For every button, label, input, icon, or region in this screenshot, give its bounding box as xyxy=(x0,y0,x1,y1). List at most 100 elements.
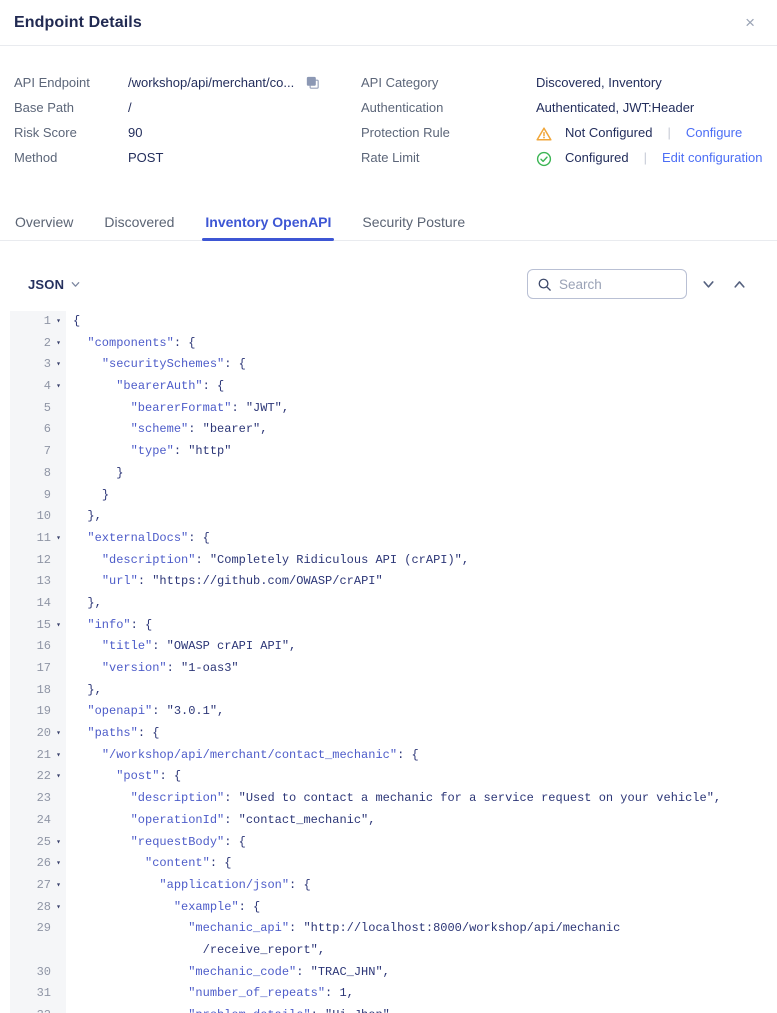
search-icon xyxy=(537,277,552,292)
code-text: }, xyxy=(66,593,102,615)
line-number: 5 xyxy=(10,398,51,420)
code-text: }, xyxy=(66,506,102,528)
code-token-key: "operationId" xyxy=(131,813,225,827)
fold-spacer xyxy=(51,1005,66,1013)
code-token-plain: : "Used to contact a mechanic for a serv… xyxy=(224,791,721,805)
code-text: "description": "Used to contact a mechan… xyxy=(66,788,721,810)
fold-toggle-icon[interactable]: ▾ xyxy=(51,528,66,550)
search-input[interactable] xyxy=(559,277,677,292)
close-icon[interactable]: × xyxy=(739,12,761,33)
code-line: 3▾ "securitySchemes": { xyxy=(0,354,777,376)
code-text: "info": { xyxy=(66,615,152,637)
code-line: 26▾ "content": { xyxy=(0,853,777,875)
code-text: "title": "OWASP crAPI API", xyxy=(66,636,296,658)
line-gutter-cell: 29 xyxy=(0,918,66,940)
line-gutter-cell: 10 xyxy=(0,506,66,528)
code-line: 30 "mechanic_code": "TRAC_JHN", xyxy=(0,962,777,984)
line-gutter-cell: 21▾ xyxy=(0,745,66,767)
code-line: 20▾ "paths": { xyxy=(0,723,777,745)
search-area xyxy=(527,269,749,299)
code-token-plain: } xyxy=(102,488,109,502)
code-token-plain: } xyxy=(116,466,123,480)
code-token-plain: }, xyxy=(87,509,101,523)
detail-value-text: / xyxy=(128,100,132,115)
search-next-chevron-down-icon[interactable] xyxy=(699,275,718,294)
line-gutter-cell: 18 xyxy=(0,680,66,702)
detail-row-base-path: Base Path/ xyxy=(14,95,361,120)
tab-discovered[interactable]: Discovered xyxy=(103,204,175,240)
code-text: } xyxy=(66,463,123,485)
line-gutter-cell: 3▾ xyxy=(0,354,66,376)
code-text: "problem_details": "Hi Jhon" xyxy=(66,1005,390,1013)
fold-toggle-icon[interactable]: ▾ xyxy=(51,875,66,897)
code-line: 11▾ "externalDocs": { xyxy=(0,528,777,550)
code-token-plain: : "1-oas3" xyxy=(167,661,239,675)
line-gutter-cell: 14 xyxy=(0,593,66,615)
line-gutter-cell: 6 xyxy=(0,419,66,441)
fold-toggle-icon[interactable]: ▾ xyxy=(51,766,66,788)
code-token-key: "info" xyxy=(87,618,130,632)
line-number: 26 xyxy=(10,853,51,875)
line-gutter-cell: 9 xyxy=(0,485,66,507)
code-line: 4▾ "bearerAuth": { xyxy=(0,376,777,398)
code-line: 13 "url": "https://github.com/OWASP/crAP… xyxy=(0,571,777,593)
code-line: 31 "number_of_repeats": 1, xyxy=(0,983,777,1005)
code-text: "/workshop/api/merchant/contact_mechanic… xyxy=(66,745,419,767)
tab-overview[interactable]: Overview xyxy=(14,204,74,240)
edit-configuration-link[interactable]: Edit configuration xyxy=(662,150,762,165)
code-line: 12 "description": "Completely Ridiculous… xyxy=(0,550,777,572)
tab-inventory-openapi[interactable]: Inventory OpenAPI xyxy=(204,204,332,240)
code-token-plain: : "bearer", xyxy=(188,422,267,436)
line-number: 11 xyxy=(10,528,51,550)
line-gutter-cell: 5 xyxy=(0,398,66,420)
code-line: 19 "openapi": "3.0.1", xyxy=(0,701,777,723)
code-text: "application/json": { xyxy=(66,875,311,897)
fold-toggle-icon[interactable]: ▾ xyxy=(51,745,66,767)
fold-toggle-icon[interactable]: ▾ xyxy=(51,354,66,376)
line-number: 22 xyxy=(10,766,51,788)
format-dropdown[interactable]: JSON xyxy=(28,277,81,292)
fold-toggle-icon[interactable]: ▾ xyxy=(51,615,66,637)
fold-toggle-icon[interactable]: ▾ xyxy=(51,311,66,333)
line-number: 13 xyxy=(10,571,51,593)
detail-row-protection-rule: Protection RuleNot Configured|Configure xyxy=(361,120,763,145)
fold-toggle-icon[interactable]: ▾ xyxy=(51,333,66,355)
code-line: 9 } xyxy=(0,485,777,507)
fold-toggle-icon[interactable]: ▾ xyxy=(51,376,66,398)
detail-label: Protection Rule xyxy=(361,125,536,140)
chevron-down-icon xyxy=(70,279,81,290)
detail-value: Configured|Edit configuration xyxy=(536,150,762,166)
code-token-plain: : { xyxy=(224,835,246,849)
fold-toggle-icon[interactable]: ▾ xyxy=(51,832,66,854)
code-line: 8 } xyxy=(0,463,777,485)
code-token-key: "bearerFormat" xyxy=(131,401,232,415)
code-token-plain: : "http" xyxy=(174,444,232,458)
configure-link[interactable]: Configure xyxy=(686,125,742,140)
fold-spacer xyxy=(51,463,66,485)
code-text: /receive_report", xyxy=(66,940,325,962)
status-text: Not Configured xyxy=(565,125,652,140)
fold-toggle-icon[interactable]: ▾ xyxy=(51,897,66,919)
code-token-plain: : "http://localhost:8000/workshop/api/me… xyxy=(289,921,620,935)
code-text: "scheme": "bearer", xyxy=(66,419,267,441)
copy-icon[interactable] xyxy=(304,74,321,91)
fold-toggle-icon[interactable]: ▾ xyxy=(51,853,66,875)
code-line: 32 "problem_details": "Hi Jhon" xyxy=(0,1005,777,1013)
detail-value: Discovered, Inventory xyxy=(536,75,662,90)
code-token-plain: : "https://github.com/OWASP/crAPI" xyxy=(138,574,383,588)
code-token-plain: : { xyxy=(397,748,419,762)
code-text: "post": { xyxy=(66,766,181,788)
line-gutter-cell: 32 xyxy=(0,1005,66,1013)
code-token-key: "description" xyxy=(131,791,225,805)
code-token-key: "mechanic_api" xyxy=(188,921,289,935)
code-token-plain: : "Completely Ridiculous API (crAPI)", xyxy=(195,553,469,567)
tab-security-posture[interactable]: Security Posture xyxy=(361,204,466,240)
code-line: 28▾ "example": { xyxy=(0,897,777,919)
code-token-plain: : "contact_mechanic", xyxy=(224,813,375,827)
code-text: "paths": { xyxy=(66,723,159,745)
line-gutter-cell: 23 xyxy=(0,788,66,810)
fold-toggle-icon[interactable]: ▾ xyxy=(51,723,66,745)
code-line: 1▾{ xyxy=(0,311,777,333)
search-prev-chevron-up-icon[interactable] xyxy=(730,275,749,294)
detail-value-text: Discovered, Inventory xyxy=(536,75,662,90)
